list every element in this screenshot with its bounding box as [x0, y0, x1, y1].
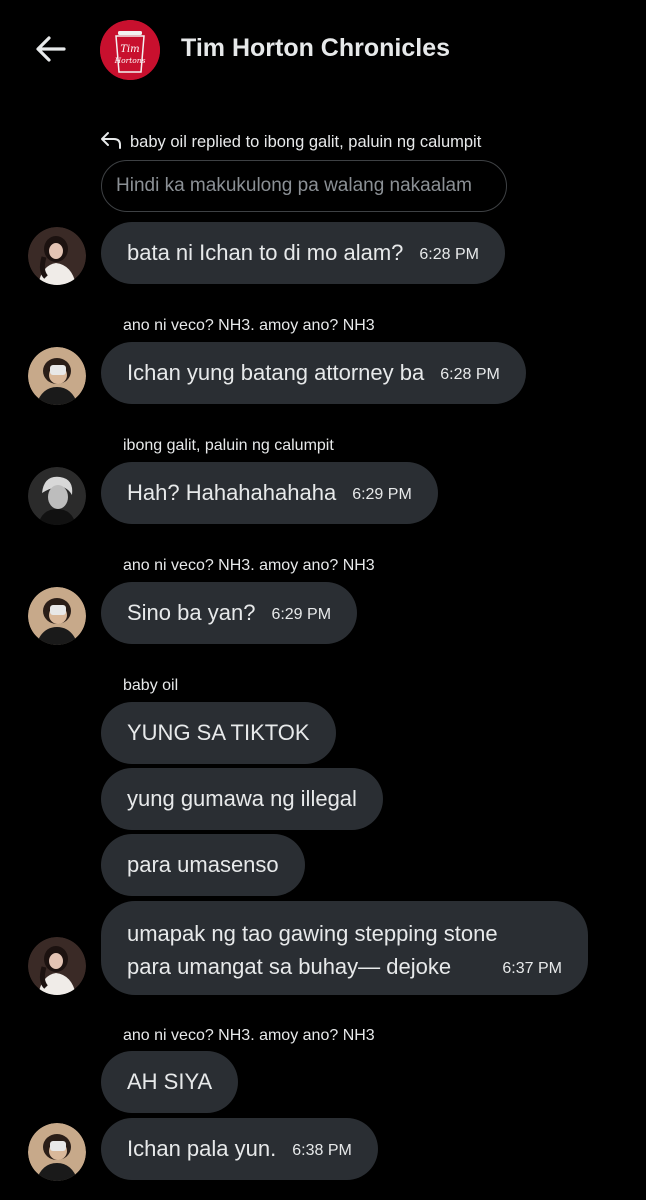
sender-name: ano ni veco? NH3. amoy ano? NH3	[123, 557, 375, 574]
message-bubble[interactable]: para umasenso	[101, 834, 305, 896]
message-bubble[interactable]: umapak ng tao gawing stepping stone para…	[101, 901, 588, 995]
sender-name: ano ni veco? NH3. amoy ano? NH3	[123, 1027, 375, 1044]
message-text: Ichan pala yun.	[127, 1136, 277, 1161]
message-bubble[interactable]: Ichan pala yun. 6:38 PM	[101, 1118, 378, 1180]
message-line-row: para umangat sa buhay— dejoke 6:37 PM	[127, 950, 562, 983]
message-time: 6:28 PM	[440, 366, 500, 383]
avatar-veco[interactable]	[28, 1123, 86, 1181]
message-text: Ichan yung batang attorney ba	[127, 360, 425, 385]
message-bubble[interactable]: yung gumawa ng illegal	[101, 768, 383, 830]
reply-icon	[100, 131, 122, 154]
message-text: Sino ba yan?	[127, 600, 256, 625]
avatar-baby-oil[interactable]	[28, 227, 86, 285]
reply-context-text: baby oil replied to ibong galit, paluin …	[130, 133, 482, 151]
logo-text-tim: Tim	[120, 44, 139, 55]
message-text: bata ni Ichan to di mo alam?	[127, 240, 404, 265]
message-text-line: umapak ng tao gawing stepping stone	[127, 921, 498, 946]
avatar-baby-oil[interactable]	[28, 937, 86, 995]
message-text: YUNG SA TIKTOK	[127, 720, 310, 745]
message-text-line: para umangat sa buhay— dejoke	[127, 954, 452, 979]
message-bubble[interactable]: YUNG SA TIKTOK	[101, 702, 336, 764]
message-time: 6:38 PM	[292, 1142, 352, 1159]
message-bubble[interactable]: Sino ba yan? 6:29 PM	[101, 582, 358, 644]
sender-name: baby oil	[123, 677, 179, 694]
message-time: 6:29 PM	[271, 606, 332, 623]
logo-text-hortons: Hortons	[114, 56, 146, 65]
message-time: 6:29 PM	[352, 486, 412, 503]
sender-name: ibong galit, paluin ng calumpit	[123, 437, 334, 454]
avatar-ibong-galit[interactable]	[28, 467, 86, 525]
message-bubble[interactable]: AH SIYA	[101, 1051, 239, 1113]
avatar-veco[interactable]	[28, 347, 86, 405]
message-bubble[interactable]: Hah? Hahahahahaha 6:29 PM	[101, 462, 438, 524]
message-text: yung gumawa ng illegal	[127, 786, 357, 811]
avatar-veco[interactable]	[28, 587, 86, 645]
chat-header: Tim Hortons Tim Horton Chronicles	[0, 0, 646, 100]
sender-name: ano ni veco? NH3. amoy ano? NH3	[123, 317, 375, 334]
message-bubble[interactable]: Ichan yung batang attorney ba 6:28 PM	[101, 342, 526, 404]
reply-context: baby oil replied to ibong galit, paluin …	[100, 131, 481, 154]
quoted-message[interactable]: Hindi ka makukulong pa walang nakaalam	[101, 160, 507, 212]
message-text: Hah? Hahahahahaha	[127, 480, 337, 505]
message-time: 6:37 PM	[502, 960, 562, 977]
message-bubble[interactable]: bata ni Ichan to di mo alam? 6:28 PM	[101, 222, 505, 284]
chat-title[interactable]: Tim Horton Chronicles	[181, 34, 450, 63]
group-avatar[interactable]: Tim Hortons	[100, 20, 160, 80]
message-text: AH SIYA	[127, 1069, 213, 1094]
message-time: 6:28 PM	[419, 246, 479, 263]
back-arrow-icon[interactable]	[30, 30, 70, 70]
message-text: para umasenso	[127, 852, 279, 877]
